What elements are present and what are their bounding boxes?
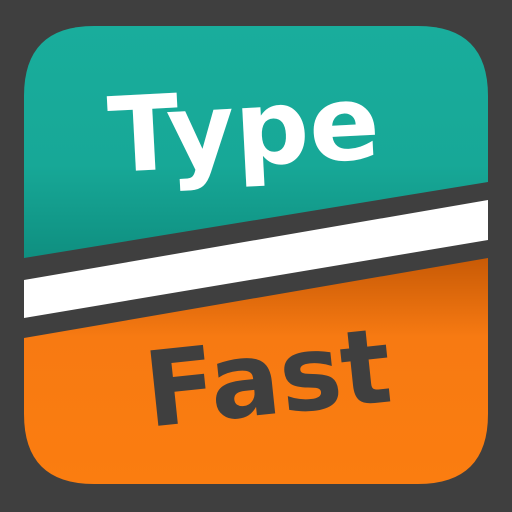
bottom-word: Fast (139, 304, 397, 451)
type-fast-logo: Type Fast (24, 26, 488, 484)
app-icon: Type Fast (0, 0, 512, 512)
top-word: Type (105, 61, 382, 197)
